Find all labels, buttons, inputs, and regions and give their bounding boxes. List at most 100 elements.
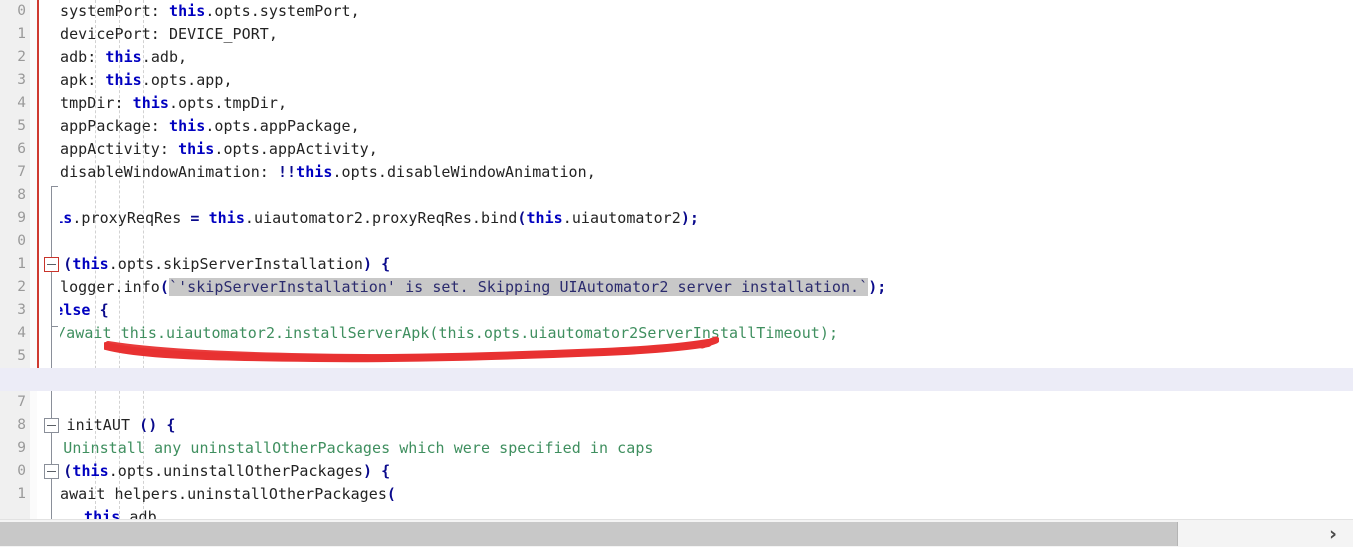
code-token-punc: ) {	[362, 255, 391, 273]
line-number: 3	[17, 302, 26, 318]
fold-collapse-icon[interactable]	[44, 418, 59, 433]
line-number: 4	[17, 95, 26, 111]
code-line[interactable]: if (this.opts.skipServerInstallation) {	[60, 253, 390, 276]
code-token-this: this	[132, 94, 169, 112]
fold-region-end-tick	[51, 326, 58, 327]
code-token-punc: (	[159, 278, 169, 296]
code-line[interactable]: this.proxyReqRes = this.uiautomator2.pro…	[60, 207, 699, 230]
code-line[interactable]: await helpers.uninstallOtherPackages(	[60, 483, 396, 506]
line-number: 8	[17, 187, 26, 203]
code-line[interactable]: appPackage: this.opts.appPackage,	[60, 115, 360, 138]
line-number: 1	[17, 256, 26, 272]
code-token-punc: ) {	[362, 462, 391, 480]
line-number: 0	[17, 463, 26, 479]
line-number: 9	[17, 210, 26, 226]
code-token-this: this	[296, 163, 333, 181]
code-token-punc: (	[63, 462, 73, 480]
code-editor-window: 0123456789012345678901 systemPort: this.…	[0, 0, 1353, 547]
code-line[interactable]: async initAUT () {	[60, 414, 176, 437]
code-token-plain: .opts.uninstallOtherPackages	[108, 462, 363, 480]
code-content[interactable]: systemPort: this.opts.systemPort, deviceP…	[60, 0, 1353, 519]
line-number: 9	[17, 440, 26, 456]
code-token-plain: async initAUT	[66, 416, 131, 434]
code-line[interactable]: disableWindowAnimation: !!this.opts.disa…	[60, 161, 596, 184]
code-token-this: this	[105, 71, 142, 89]
code-token-kw: else	[60, 301, 91, 319]
line-number-gutter: 0123456789012345678901	[0, 0, 30, 519]
code-token-this: this	[72, 255, 109, 273]
code-token-plain: .opts.disableWindowAnimation,	[332, 163, 596, 181]
line-number: 6	[17, 141, 26, 157]
code-folding-gutter[interactable]	[30, 0, 60, 519]
line-number: 4	[17, 325, 26, 341]
chevron-right-icon[interactable]: ›	[1319, 520, 1347, 547]
fold-collapse-icon[interactable]	[44, 257, 59, 272]
code-token-str: `'skipServerInstallation' is set. Skippi…	[168, 278, 869, 296]
code-line[interactable]: tmpDir: this.opts.tmpDir,	[60, 92, 287, 115]
code-line[interactable]: //await this.uiautomator2.installServerA…	[60, 322, 838, 345]
code-line[interactable]: this.adb,	[84, 506, 166, 519]
line-number: 7	[17, 394, 26, 410]
code-line[interactable]: appActivity: this.opts.appActivity,	[60, 138, 378, 161]
code-token-plain: adb:	[60, 48, 106, 66]
code-token-punc: ()	[139, 416, 158, 434]
code-token-punc: ;	[60, 186, 63, 204]
code-token-plain: appActivity:	[60, 140, 179, 158]
code-line[interactable]: logger.info(`'skipServerInstallation' is…	[60, 276, 886, 299]
code-token-plain: .opts.app,	[141, 71, 233, 89]
code-token-punc: {	[99, 301, 109, 319]
code-token-plain: .opts.tmpDir,	[168, 94, 288, 112]
line-number: 2	[17, 49, 26, 65]
code-token-plain: .opts.skipServerInstallation	[108, 255, 363, 273]
code-line[interactable]: if (this.opts.uninstallOtherPackages) {	[60, 460, 390, 483]
code-token-plain: logger.info	[60, 278, 160, 296]
line-number: 1	[17, 486, 26, 502]
code-token-plain: .opts.appActivity,	[214, 140, 378, 158]
current-line-highlight-gutter	[0, 368, 60, 391]
line-number: 5	[17, 118, 26, 134]
code-line[interactable]: devicePort: DEVICE_PORT,	[60, 23, 278, 46]
code-token-plain: .opts.appPackage,	[205, 117, 360, 135]
code-line[interactable]: });	[60, 184, 63, 207]
code-token-this: this	[105, 48, 142, 66]
fold-region-end-tick	[51, 186, 58, 187]
line-number: 2	[17, 279, 26, 295]
code-token-plain: disableWindowAnimation:	[60, 163, 278, 181]
code-token-plain: .uiautomator2.proxyReqRes.bind	[244, 209, 518, 227]
code-token-plain: .proxyReqRes	[72, 209, 191, 227]
line-number: 7	[17, 164, 26, 180]
code-token-this: this	[168, 117, 206, 135]
code-token-cmt: // Uninstall any uninstallOtherPackages …	[60, 439, 654, 457]
code-token-this: this	[168, 2, 206, 20]
code-token-cmt: //await this.uiautomator2.installServerA…	[60, 324, 839, 342]
fold-collapse-icon[interactable]	[44, 464, 59, 479]
code-token-punc: (	[386, 485, 397, 503]
code-token-plain: .uiautomator2	[562, 209, 681, 227]
code-token-plain: await helpers.uninstallOtherPackages	[60, 485, 387, 503]
code-token-this: this	[526, 209, 563, 227]
code-line[interactable]: apk: this.opts.app,	[60, 69, 233, 92]
editor-viewport[interactable]: 0123456789012345678901 systemPort: this.…	[0, 0, 1353, 519]
code-token-this: this	[208, 209, 245, 227]
code-token-plain: devicePort: DEVICE_PORT,	[60, 25, 278, 43]
code-line[interactable]: // Uninstall any uninstallOtherPackages …	[60, 437, 654, 460]
line-number: 0	[17, 3, 26, 19]
code-token-this: this	[60, 209, 73, 227]
code-token-plain: tmpDir:	[60, 94, 133, 112]
line-number: 0	[17, 233, 26, 249]
code-line[interactable]: systemPort: this.opts.systemPort,	[60, 0, 360, 23]
code-token-punc: );	[868, 278, 887, 296]
code-line[interactable]: } else {	[60, 299, 109, 322]
horizontal-scrollbar[interactable]: ›	[0, 519, 1353, 547]
code-token-this: this	[72, 462, 109, 480]
code-token-this: this	[84, 508, 121, 519]
scrollbar-thumb[interactable]	[0, 522, 1178, 546]
code-token-plain: systemPort:	[60, 2, 169, 20]
code-token-punc: {	[166, 416, 176, 434]
code-token-this: this	[178, 140, 215, 158]
code-line[interactable]: adb: this.adb,	[60, 46, 187, 69]
code-token-punc: (	[63, 255, 73, 273]
code-token-plain: .opts.systemPort,	[205, 2, 360, 20]
